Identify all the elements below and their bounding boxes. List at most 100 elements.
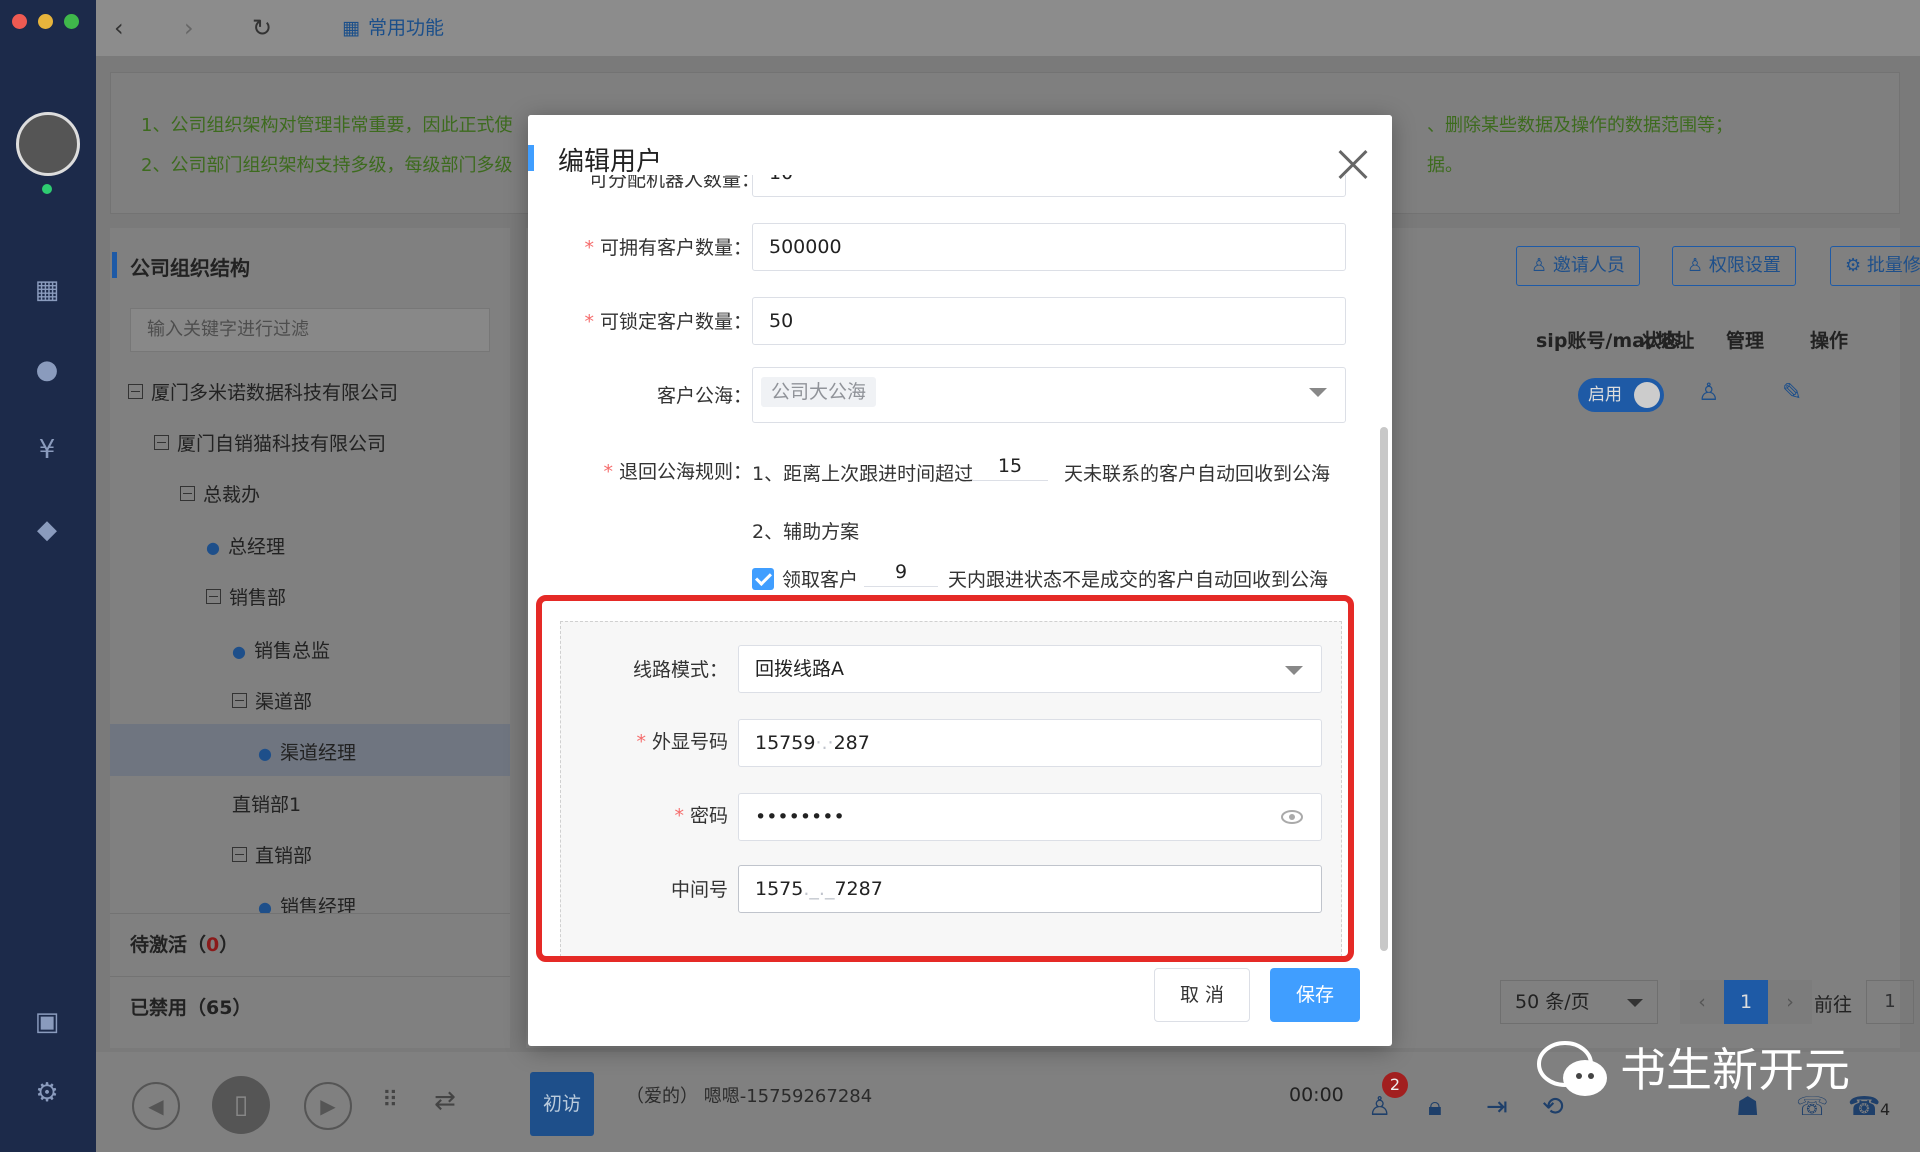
refresh-icon[interactable]: ↻ <box>252 14 272 42</box>
tree-node[interactable]: ● 总经理 <box>206 532 285 559</box>
tree-node-label: 直销部1 <box>232 794 302 816</box>
switch-icon[interactable]: ⇄ <box>434 1086 456 1116</box>
batch-edit-label: 批量修改 <box>1866 255 1920 276</box>
pending-end: ） <box>219 934 239 956</box>
rule1-days-input[interactable]: 15 <box>972 453 1048 481</box>
close-icon[interactable] <box>1334 145 1374 185</box>
collapse-icon[interactable] <box>232 693 247 708</box>
collapse-icon[interactable] <box>154 435 169 450</box>
org-title: 公司组织结构 <box>112 252 250 281</box>
line-count: 4 <box>1880 1100 1891 1119</box>
dialog-scrollbar[interactable] <box>1380 427 1388 951</box>
tree-node[interactable]: ● 销售总监 <box>232 636 330 663</box>
apps-grid-icon[interactable]: ▣ <box>32 1007 62 1037</box>
lock-customers-input[interactable]: 50 <box>752 297 1346 345</box>
tree-node[interactable]: 厦门多米诺数据科技有限公司 <box>128 378 398 405</box>
permission-button[interactable]: ♙ 权限设置 <box>1672 246 1796 286</box>
forward-arrow-icon[interactable]: › <box>184 14 194 42</box>
notice-line-1-left: 1、公司组织架构对管理非常重要，因此正式使 <box>141 115 513 136</box>
tree-node[interactable]: 直销部1 <box>232 790 301 817</box>
next-page-button[interactable]: › <box>1768 980 1812 1024</box>
pending-activation[interactable]: 待激活（0） <box>110 913 510 975</box>
collapse-icon[interactable] <box>206 589 221 604</box>
status-toggle[interactable]: 启用 <box>1578 378 1664 412</box>
notice-line-1-right: 、删除某些数据及操作的数据范围等； <box>1427 115 1733 136</box>
disabled-users[interactable]: 已禁用（65） <box>110 976 510 1038</box>
rule2-suffix: 天内跟进状态不是成交的客户自动回收到公海 <box>948 569 1329 591</box>
close-window-dot[interactable] <box>12 14 27 29</box>
tree-node[interactable]: 厦门自销猫科技有限公司 <box>154 429 386 456</box>
rule2-checkbox[interactable] <box>752 568 774 590</box>
finance-icon[interactable]: ¥ <box>32 435 62 465</box>
dashboard-icon[interactable]: ▦ <box>32 275 62 305</box>
maximize-window-dot[interactable] <box>64 14 79 29</box>
dialog-title: 编辑用户 <box>558 147 663 177</box>
next-call-icon[interactable]: ▶ <box>304 1082 352 1130</box>
tab-common-functions[interactable]: ▦ 常用功能 <box>316 0 486 56</box>
tree-node-label: 销售部 <box>229 587 287 609</box>
max-customers-input[interactable]: 500000 <box>752 223 1346 271</box>
invite-button[interactable]: ♙ 邀请人员 <box>1516 246 1640 286</box>
phone-lines-icon[interactable]: ☎ <box>1848 1092 1880 1122</box>
top-bar: ‹ › ↻ ▦ 常用功能 <box>96 0 1920 56</box>
customer-pool-select[interactable]: 公司大公海 <box>752 367 1346 423</box>
permission-icon: ♙ <box>1687 255 1709 276</box>
first-visit-tag[interactable]: 初访 <box>530 1072 594 1136</box>
call-info: （爱的） 嗯嗯-15759267284 <box>626 1086 873 1107</box>
tree-node[interactable]: 直销部 <box>232 841 312 868</box>
tree-node-label: 总裁办 <box>203 484 261 506</box>
pending-label: 待激活（ <box>130 934 207 956</box>
lock-customers-label: * 可锁定客户数量： <box>584 311 752 333</box>
notice-line-2-right: 据。 <box>1427 155 1463 176</box>
collapse-icon[interactable] <box>128 384 143 399</box>
page-button-current[interactable]: 1 <box>1724 980 1768 1024</box>
goto-page-input[interactable]: 1 <box>1866 980 1914 1024</box>
rule2-title: 2、辅助方案 <box>752 521 860 543</box>
invite-label: 邀请人员 <box>1552 255 1625 276</box>
rule2-days-input[interactable]: 9 <box>864 559 938 587</box>
tree-node[interactable]: 总裁办 <box>180 480 260 507</box>
tree-node[interactable]: 销售部 <box>206 583 286 610</box>
invite-icon: ♙ <box>1531 255 1553 276</box>
transfer-icon[interactable]: ⇥ <box>1486 1092 1508 1122</box>
prev-page-button[interactable]: ‹ <box>1680 980 1724 1024</box>
customer-icon[interactable]: ♙ <box>1368 1092 1391 1122</box>
edit-user-dialog: 可分配机器人数量： 10 编辑用户 *可拥有客户数量： 500000 *可锁定客… <box>528 115 1392 1046</box>
dialpad-icon[interactable]: ⠿ <box>382 1088 398 1113</box>
avatar[interactable] <box>16 112 80 176</box>
title-accent-bar <box>528 145 534 171</box>
phone-icon[interactable]: ▯ <box>212 1076 270 1134</box>
settings-gear-icon[interactable]: ⚙ <box>32 1078 62 1108</box>
rule2-prefix: 领取客户 <box>782 569 859 591</box>
tree-node-label: 直销部 <box>255 845 313 867</box>
cancel-button[interactable]: 取 消 <box>1154 968 1250 1022</box>
user-manage-icon[interactable]: ♙ <box>1698 378 1720 406</box>
user-icon[interactable]: ● <box>32 355 62 385</box>
header-manage: 管理 <box>1726 330 1765 352</box>
tree-node-label: 销售总监 <box>253 640 330 662</box>
org-filter-input[interactable]: 输入关键字进行过滤 <box>130 308 490 352</box>
prev-call-icon[interactable]: ◀ <box>132 1082 180 1130</box>
online-status-dot <box>40 182 54 196</box>
minimize-window-dot[interactable] <box>38 14 53 29</box>
left-sidebar: ▦ ● ¥ ◆ ▣ ⚙ <box>0 0 96 1152</box>
back-arrow-icon[interactable]: ‹ <box>114 14 124 42</box>
tree-node-label: 厦门自销猫科技有限公司 <box>177 433 387 455</box>
page-size-select[interactable]: 50 条/页 <box>1500 980 1658 1024</box>
org-panel: 公司组织结构 输入关键字进行过滤 厦门多米诺数据科技有限公司 厦门自销猫科技有限… <box>110 228 510 1048</box>
lock-icon[interactable]: 🔒︎ <box>1428 1092 1442 1123</box>
permission-label: 权限设置 <box>1708 255 1781 276</box>
call-timer: 00:00 <box>1289 1084 1344 1106</box>
collapse-icon[interactable] <box>180 486 195 501</box>
collapse-icon[interactable] <box>232 847 247 862</box>
edit-icon[interactable]: ✎ <box>1782 378 1802 406</box>
rule1-prefix: 1、距离上次跟进时间超过 <box>752 463 974 485</box>
tree-node[interactable]: 渠道部 <box>232 687 312 714</box>
save-button[interactable]: 保存 <box>1270 968 1360 1022</box>
batch-edit-button[interactable]: ⚙ 批量修改 <box>1830 246 1920 286</box>
cube-icon[interactable]: ◆ <box>32 515 62 545</box>
pool-tag[interactable]: 公司大公海 <box>761 377 877 407</box>
tree-node-label: 渠道部 <box>255 691 313 713</box>
tree-node-selected[interactable]: ● 渠道经理 <box>110 724 510 776</box>
person-icon: ● <box>206 538 220 557</box>
